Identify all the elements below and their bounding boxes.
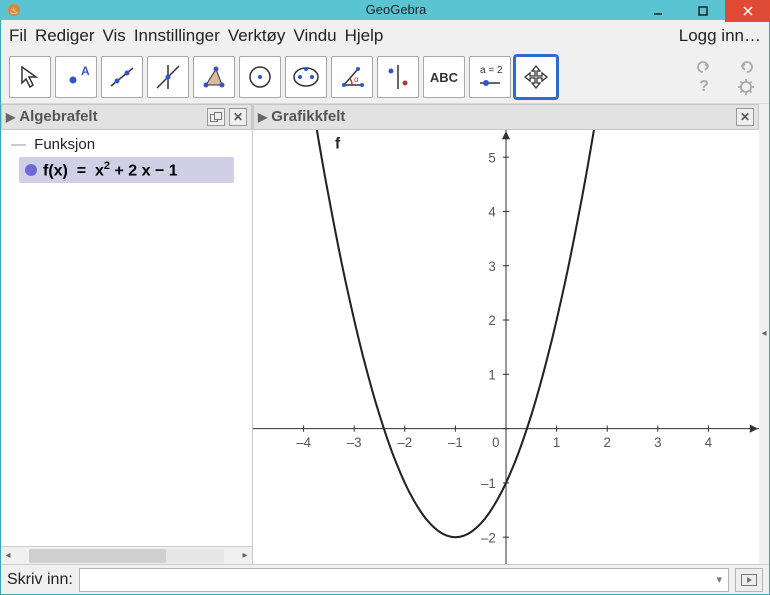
toolbar-right: ? bbox=[689, 58, 761, 96]
scroll-left-icon[interactable]: ◂ bbox=[1, 550, 15, 561]
tool-reflect[interactable] bbox=[377, 56, 419, 98]
svg-text:4: 4 bbox=[488, 204, 496, 219]
svg-text:α: α bbox=[354, 75, 359, 84]
svg-text:1: 1 bbox=[553, 435, 560, 450]
svg-text:4: 4 bbox=[705, 435, 713, 450]
svg-text:5: 5 bbox=[488, 150, 495, 165]
svg-text:–2: –2 bbox=[481, 530, 496, 545]
algebra-title: Algebrafelt bbox=[19, 108, 203, 125]
close-panel-icon[interactable]: ✕ bbox=[229, 108, 247, 126]
triangle-right-icon: ▶ bbox=[258, 110, 267, 124]
tool-angle[interactable]: α bbox=[331, 56, 373, 98]
dropdown-icon[interactable]: ▾ bbox=[716, 573, 722, 586]
tool-text[interactable]: ABC bbox=[423, 56, 465, 98]
svg-text:2: 2 bbox=[604, 435, 611, 450]
svg-text:–3: –3 bbox=[347, 435, 362, 450]
menu-edit[interactable]: Rediger bbox=[35, 26, 95, 46]
menu-tools[interactable]: Verktøy bbox=[228, 26, 286, 46]
svg-text:2: 2 bbox=[488, 313, 495, 328]
detach-icon[interactable] bbox=[207, 108, 225, 126]
input-label: Skriv inn: bbox=[7, 571, 73, 589]
svg-text:–1: –1 bbox=[448, 435, 463, 450]
algebra-hscrollbar[interactable]: ◂ ▸ bbox=[1, 546, 252, 564]
svg-text:A: A bbox=[81, 64, 90, 78]
menu-view[interactable]: Vis bbox=[103, 26, 126, 46]
input-bar: Skriv inn: ▾ bbox=[1, 564, 769, 594]
app-icon: ♨ bbox=[6, 2, 22, 18]
maximize-button[interactable] bbox=[680, 0, 725, 22]
tool-move[interactable] bbox=[9, 56, 51, 98]
tree-function[interactable]: f(x) = x2 + 2 x − 1 bbox=[19, 157, 234, 183]
toolbar: A α ABC a = 2 ? bbox=[1, 52, 769, 104]
graphics-canvas[interactable]: –4 –3 –2 –1 0 1 2 3 4 –2 –1 1 2 3 4 5 f bbox=[253, 130, 759, 564]
category-label: Funksjon bbox=[34, 136, 95, 153]
tool-polygon[interactable] bbox=[193, 56, 235, 98]
svg-text:3: 3 bbox=[654, 435, 661, 450]
redo-button[interactable] bbox=[731, 58, 761, 76]
help-button[interactable]: ? bbox=[689, 78, 719, 96]
menu-bar: Fil Rediger Vis Innstillinger Verktøy Vi… bbox=[1, 20, 769, 52]
tool-perpendicular[interactable] bbox=[147, 56, 189, 98]
svg-text:1: 1 bbox=[488, 367, 495, 382]
graphics-header[interactable]: ▶ Grafikkfelt ✕ bbox=[253, 104, 759, 130]
close-button[interactable] bbox=[725, 0, 770, 22]
svg-text:3: 3 bbox=[488, 259, 495, 274]
algebra-body: — Funksjon f(x) = x2 + 2 x − 1 bbox=[1, 130, 252, 546]
tool-slider[interactable]: a = 2 bbox=[469, 56, 511, 98]
function-color-bullet bbox=[25, 164, 37, 176]
menu-settings[interactable]: Innstillinger bbox=[134, 26, 220, 46]
function-expression: f(x) = x2 + 2 x − 1 bbox=[43, 160, 178, 180]
input-help-button[interactable] bbox=[735, 568, 763, 592]
minimize-button[interactable] bbox=[635, 0, 680, 22]
settings-button[interactable] bbox=[731, 78, 761, 96]
input-field[interactable]: ▾ bbox=[79, 568, 729, 592]
side-expander[interactable]: ◂ bbox=[759, 104, 769, 564]
algebra-header[interactable]: ▶ Algebrafelt ✕ bbox=[1, 104, 252, 130]
undo-button[interactable] bbox=[689, 58, 719, 76]
close-panel-icon[interactable]: ✕ bbox=[736, 108, 754, 126]
svg-text:f: f bbox=[335, 135, 341, 152]
title-bar: ♨ GeoGebra bbox=[0, 0, 770, 20]
algebra-panel: ▶ Algebrafelt ✕ — Funksjon f(x) = x2 + 2… bbox=[1, 104, 253, 564]
tool-move-view[interactable] bbox=[515, 56, 557, 98]
triangle-right-icon: ▶ bbox=[6, 110, 15, 124]
svg-text:–4: –4 bbox=[296, 435, 311, 450]
svg-text:♨: ♨ bbox=[10, 6, 19, 17]
tool-circle[interactable] bbox=[239, 56, 281, 98]
svg-text:0: 0 bbox=[492, 435, 499, 450]
tool-point[interactable]: A bbox=[55, 56, 97, 98]
svg-text:–1: –1 bbox=[481, 476, 496, 491]
login-link[interactable]: Logg inn… bbox=[679, 26, 761, 46]
menu-window[interactable]: Vindu bbox=[293, 26, 336, 46]
tree-category[interactable]: — Funksjon bbox=[5, 134, 248, 155]
graphics-title: Grafikkfelt bbox=[271, 108, 732, 125]
tool-line[interactable] bbox=[101, 56, 143, 98]
menu-file[interactable]: Fil bbox=[9, 26, 27, 46]
scroll-right-icon[interactable]: ▸ bbox=[238, 550, 252, 561]
svg-text:a = 2: a = 2 bbox=[480, 65, 503, 76]
menu-help[interactable]: Hjelp bbox=[345, 26, 384, 46]
svg-text:–2: –2 bbox=[397, 435, 412, 450]
collapse-icon: — bbox=[11, 136, 26, 153]
tool-ellipse[interactable] bbox=[285, 56, 327, 98]
graphics-panel: ▶ Grafikkfelt ✕ –4 –3 –2 –1 0 1 2 3 4 –2 –1 1 2 3 4 5 f bbox=[253, 104, 759, 564]
